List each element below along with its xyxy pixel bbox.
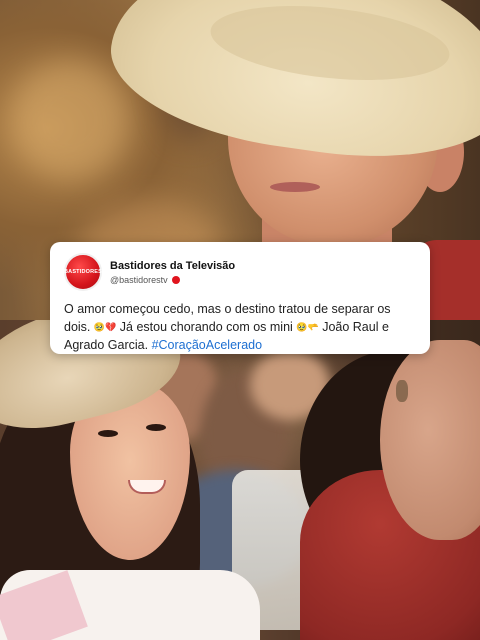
post-text: O amor começou cedo, mas o destino trato… bbox=[64, 300, 416, 354]
post-text-line: Já estou chorando com os mini bbox=[119, 320, 293, 334]
emoji-icon: 🥹💔 bbox=[93, 322, 117, 332]
girl-eye bbox=[146, 424, 166, 431]
background-blur bbox=[10, 60, 130, 180]
handle-row: @bastidorestv bbox=[110, 274, 235, 286]
author-block: Bastidores da Televisão @bastidorestv bbox=[110, 259, 235, 286]
girl-eye bbox=[98, 430, 118, 437]
emoji-icon: 🥹🫳 bbox=[296, 322, 319, 332]
earring bbox=[396, 380, 408, 402]
hashtag-link[interactable]: #CoraçãoAcelerado bbox=[152, 338, 263, 352]
post-header: BASTIDORES Bastidores da Televisão @bast… bbox=[64, 252, 416, 292]
verified-badge-icon bbox=[171, 275, 180, 284]
avatar-logo-text: BASTIDORES bbox=[63, 269, 103, 275]
boy-mouth bbox=[270, 182, 320, 192]
avatar[interactable]: BASTIDORES bbox=[64, 253, 102, 291]
author-name[interactable]: Bastidores da Televisão bbox=[110, 259, 235, 273]
bottom-photo bbox=[0, 320, 480, 640]
post-card: BASTIDORES Bastidores da Televisão @bast… bbox=[50, 242, 430, 354]
author-handle[interactable]: @bastidorestv bbox=[110, 274, 168, 286]
